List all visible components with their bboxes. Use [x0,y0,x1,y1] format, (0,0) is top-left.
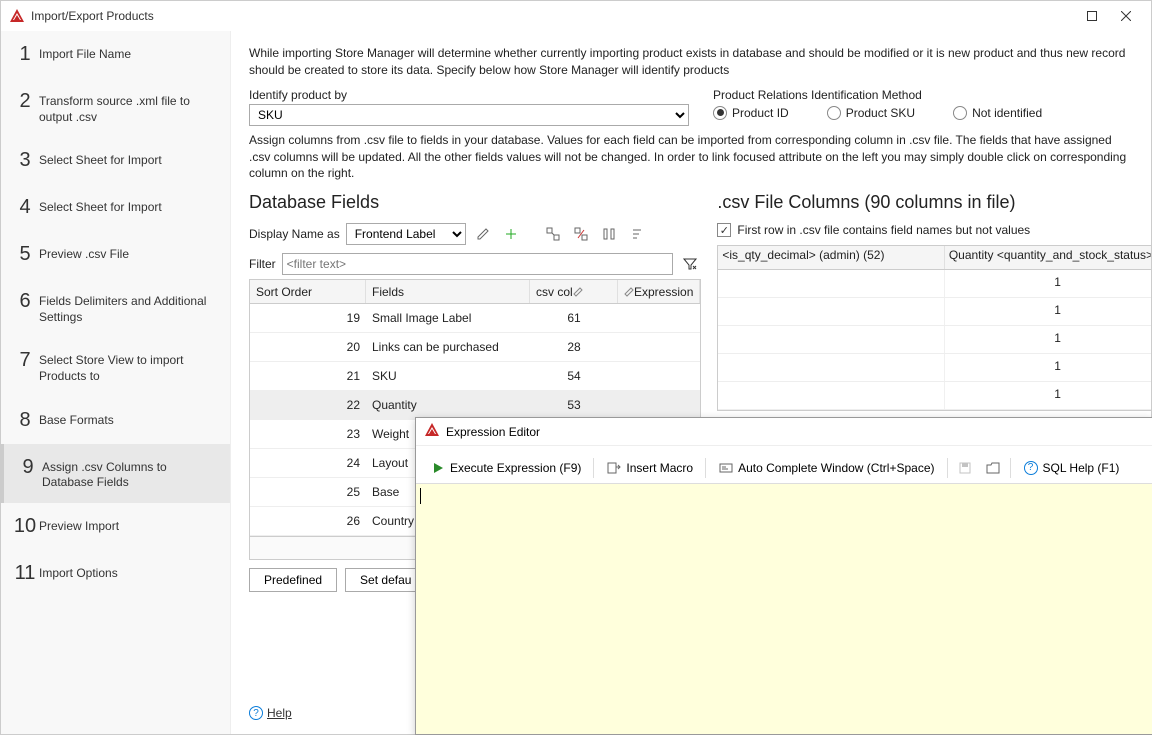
step-4[interactable]: 4Select Sheet for Import [1,184,230,231]
expression-editor-toolbar: Execute Expression (F9) Insert Macro Aut… [416,452,1152,484]
step-6[interactable]: 6Fields Delimiters and Additional Settin… [1,278,230,337]
window-titlebar: Import/Export Products [1,1,1151,31]
play-icon [430,460,446,476]
predefined-button[interactable]: Predefined [249,568,337,592]
toolbar-separator [593,458,594,478]
col-fields[interactable]: Fields [366,280,530,303]
auto-assign-icon[interactable] [542,223,564,245]
table-row[interactable]: 22Quantity53 [250,391,700,420]
insert-macro-button[interactable]: Insert Macro [600,457,699,479]
step-3[interactable]: 3Select Sheet for Import [1,137,230,184]
csv-row[interactable]: 1 [718,270,1151,298]
toolbar-separator [705,458,706,478]
help-icon: ? [249,706,263,720]
execute-expression-button[interactable]: Execute Expression (F9) [424,457,587,479]
maximize-button[interactable] [1075,5,1109,27]
display-name-select[interactable]: Frontend Label [346,223,466,245]
expression-editor-title: Expression Editor [446,425,540,439]
step-5[interactable]: 5Preview .csv File [1,231,230,278]
step-7[interactable]: 7Select Store View to import Products to [1,337,230,396]
csv-columns-title: .csv File Columns (90 columns in file) [717,192,1151,213]
csv-row[interactable]: 1 [718,298,1151,326]
sql-help-button[interactable]: ? SQL Help (F1) [1017,457,1126,479]
checkbox-icon [717,223,731,237]
col-expression[interactable]: Expression [618,280,700,303]
save-icon[interactable] [954,457,976,479]
identify-label: Identify product by [249,88,689,102]
db-fields-title: Database Fields [249,192,701,213]
expression-editor-titlebar[interactable]: Expression Editor [416,418,1152,446]
csv-row[interactable]: 1 [718,354,1151,382]
step-10[interactable]: 10Preview Import [1,503,230,550]
radio-icon [827,106,841,120]
app-icon [424,422,440,441]
close-button[interactable] [1109,5,1143,27]
clear-assign-icon[interactable] [570,223,592,245]
radio-icon [953,106,967,120]
relations-label: Product Relations Identification Method [713,88,1133,102]
step-2[interactable]: 2Transform source .xml file to output .c… [1,78,230,137]
filter-input[interactable] [282,253,674,275]
edit-icon[interactable] [472,223,494,245]
add-icon[interactable] [500,223,522,245]
radio-icon [713,106,727,120]
autocomplete-icon [718,460,734,476]
app-icon [9,8,25,24]
col-sort-order[interactable]: Sort Order [250,280,366,303]
first-row-checkbox[interactable]: First row in .csv file contains field na… [717,223,1151,237]
display-name-label: Display Name as [249,227,340,241]
wizard-sidebar: 1Import File Name 2Transform source .xml… [1,31,231,734]
assign-desc: Assign columns from .csv file to fields … [249,132,1133,182]
step-11[interactable]: 11Import Options [1,550,230,597]
step-8[interactable]: 8Base Formats [1,397,230,444]
radio-product-sku[interactable]: Product SKU [827,106,915,120]
col-csv[interactable]: csv col [530,280,618,303]
identify-select[interactable]: SKU [249,104,689,126]
csv-row[interactable]: 1 [718,382,1151,410]
csv-grid-header: <is_qty_decimal> (admin) (52) Quantity <… [718,246,1151,270]
help-link[interactable]: ? Help [249,706,292,720]
radio-not-identified[interactable]: Not identified [953,106,1042,120]
filter-label: Filter [249,257,276,271]
open-folder-icon[interactable] [982,457,1004,479]
column-config-icon[interactable] [598,223,620,245]
grid-header: Sort Order Fields csv col Expression [250,280,700,304]
intro-text: While importing Store Manager will deter… [249,45,1133,80]
window-title: Import/Export Products [31,9,1075,23]
csv-row[interactable]: 1 [718,326,1151,354]
expression-textarea[interactable] [416,484,1152,734]
table-row[interactable]: 21SKU54 [250,362,700,391]
step-1[interactable]: 1Import File Name [1,31,230,78]
radio-product-id[interactable]: Product ID [713,106,789,120]
csv-col-header[interactable]: <is_qty_decimal> (admin) (52) [718,246,944,269]
step-9[interactable]: 9Assign .csv Columns to Database Fields [1,444,230,503]
macro-icon [606,460,622,476]
toolbar-separator [1010,458,1011,478]
sort-icon[interactable] [626,223,648,245]
help-icon: ? [1023,460,1039,476]
toolbar-separator [947,458,948,478]
filter-icon[interactable] [679,253,701,275]
expression-editor-window: Expression Editor Execute Expression (F9… [415,417,1152,735]
table-row[interactable]: 19Small Image Label61 [250,304,700,333]
auto-complete-button[interactable]: Auto Complete Window (Ctrl+Space) [712,457,940,479]
table-row[interactable]: 20Links can be purchased28 [250,333,700,362]
csv-col-header[interactable]: Quantity <quantity_and_stock_status> (ad… [945,246,1151,269]
csv-grid: <is_qty_decimal> (admin) (52) Quantity <… [717,245,1151,411]
